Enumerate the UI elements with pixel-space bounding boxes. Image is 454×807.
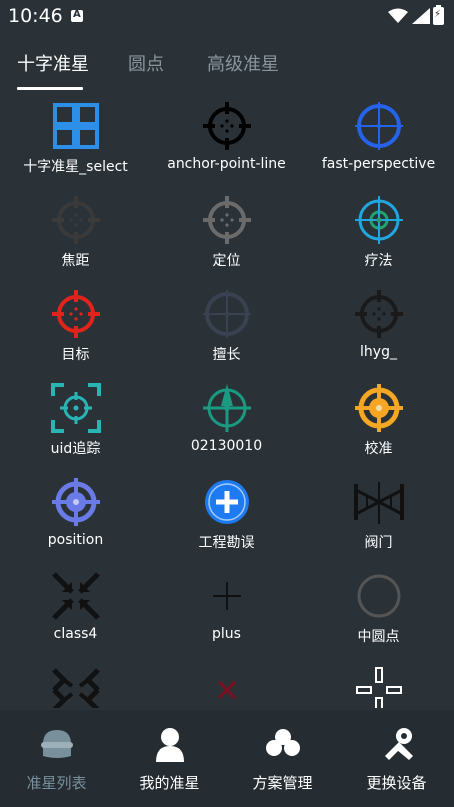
crosshair-label: 擅长 xyxy=(212,347,241,363)
filled-target-icon xyxy=(50,476,102,528)
crosshair-label: position xyxy=(47,532,104,548)
plus-thin-icon xyxy=(201,570,253,622)
nav-label: 更换设备 xyxy=(366,774,427,792)
crosshair-item[interactable] xyxy=(151,660,302,708)
crosshair-label: 02130010 xyxy=(190,438,263,454)
notification-a-icon xyxy=(71,9,83,22)
crosshair-dots-icon xyxy=(353,288,405,340)
battery-icon xyxy=(433,5,444,25)
nav-label: 方案管理 xyxy=(252,774,313,792)
crosshair-item[interactable]: 中圆点 xyxy=(303,566,454,660)
arrow-target-icon xyxy=(201,382,253,434)
crosshair-dots-icon xyxy=(201,100,253,152)
wifi-icon xyxy=(388,8,408,23)
crosshair-circle-icon xyxy=(201,288,253,340)
crosshair-double-icon xyxy=(353,194,405,246)
crosshair-item[interactable]: fast-perspective xyxy=(303,96,454,190)
ring-icon xyxy=(353,570,405,622)
crosshair-item[interactable]: position xyxy=(0,472,151,566)
tab-dot[interactable]: 圆点 xyxy=(128,50,164,76)
crosshair-label: 疗法 xyxy=(364,253,393,269)
crosshair-item[interactable]: 目标 xyxy=(0,284,151,378)
tab-advanced-crosshair[interactable]: 高级准星 xyxy=(207,50,279,76)
crosshair-label: 定位 xyxy=(212,253,241,269)
crosshair-item[interactable]: 定位 xyxy=(151,190,302,284)
tools-icon xyxy=(384,728,413,760)
status-time: 10:46 xyxy=(8,5,63,27)
status-bar: 10:46 xyxy=(0,0,454,34)
crosshair-label: 阀门 xyxy=(364,535,393,551)
double-arrows-in-icon xyxy=(50,664,102,708)
crosshair-item[interactable]: 十字准星_select xyxy=(0,96,151,190)
tab-crosshair[interactable]: 十字准星 xyxy=(17,50,89,76)
nav-crosshair-list[interactable]: 准星列表 xyxy=(0,710,113,807)
crosshair-label: lhyg_ xyxy=(360,344,397,360)
bracket-target-icon xyxy=(50,382,102,434)
crosshair-item[interactable]: 02130010 xyxy=(151,378,302,472)
crosshair-item[interactable]: class4 xyxy=(0,566,151,660)
crosshair-label: fast-perspective xyxy=(321,156,436,172)
crosshair-item[interactable]: uid追踪 xyxy=(0,378,151,472)
crosshair-item[interactable]: 焦距 xyxy=(0,190,151,284)
crosshair-item[interactable] xyxy=(303,660,454,708)
crosshair-item[interactable]: 工程勘误 xyxy=(151,472,302,566)
filled-target-icon xyxy=(353,382,405,434)
crosshair-circle-icon xyxy=(353,100,405,152)
grid-square-icon xyxy=(50,100,102,152)
crosshair-label: 焦距 xyxy=(61,253,90,269)
valve-icon xyxy=(353,476,405,528)
tab-indicator xyxy=(17,87,83,90)
crosshair-item[interactable]: anchor-point-line xyxy=(151,96,302,190)
crosshair-label: 十字准星_select xyxy=(23,159,128,175)
nav-change-device[interactable]: 更换设备 xyxy=(340,710,453,807)
tab-bar: 十字准星 圆点 高级准星 xyxy=(0,38,454,92)
x-small-icon xyxy=(201,664,253,708)
crosshair-item[interactable]: 校准 xyxy=(303,378,454,472)
crosshair-label: anchor-point-line xyxy=(167,156,286,172)
crosshair-dots-icon xyxy=(50,194,102,246)
crosshair-label: class4 xyxy=(53,626,98,642)
hat-icon xyxy=(40,730,73,758)
cloud-icon xyxy=(265,729,300,756)
crosshair-dots-icon xyxy=(201,194,253,246)
signal-icon xyxy=(412,8,430,24)
crosshair-dots-icon xyxy=(50,288,102,340)
nav-label: 准星列表 xyxy=(26,774,87,792)
crosshair-label: 校准 xyxy=(364,441,393,457)
crosshair-label: 中圆点 xyxy=(357,629,400,645)
nav-label: 我的准星 xyxy=(139,774,200,792)
crosshair-item[interactable]: lhyg_ xyxy=(303,284,454,378)
crosshair-item[interactable]: 擅长 xyxy=(151,284,302,378)
nav-my-crosshair[interactable]: 我的准星 xyxy=(113,710,226,807)
gap-cross-icon xyxy=(353,664,405,708)
plus-badge-icon xyxy=(201,476,253,528)
crosshair-item[interactable]: 阀门 xyxy=(303,472,454,566)
nav-plan-management[interactable]: 方案管理 xyxy=(226,710,339,807)
crosshair-item[interactable]: plus xyxy=(151,566,302,660)
crosshair-item[interactable] xyxy=(0,660,151,708)
arrows-in-icon xyxy=(50,570,102,622)
crosshair-label: 工程勘误 xyxy=(198,535,255,551)
crosshair-label: 目标 xyxy=(61,347,90,363)
crosshair-grid: 十字准星_select anchor-point-line fast-perspec… xyxy=(0,96,454,708)
person-icon xyxy=(155,728,184,762)
bottom-nav: 准星列表 我的准星 方案管理 更换设备 xyxy=(0,710,454,807)
crosshair-label: uid追踪 xyxy=(50,441,101,457)
crosshair-item[interactable]: 疗法 xyxy=(303,190,454,284)
crosshair-label: plus xyxy=(212,626,241,642)
